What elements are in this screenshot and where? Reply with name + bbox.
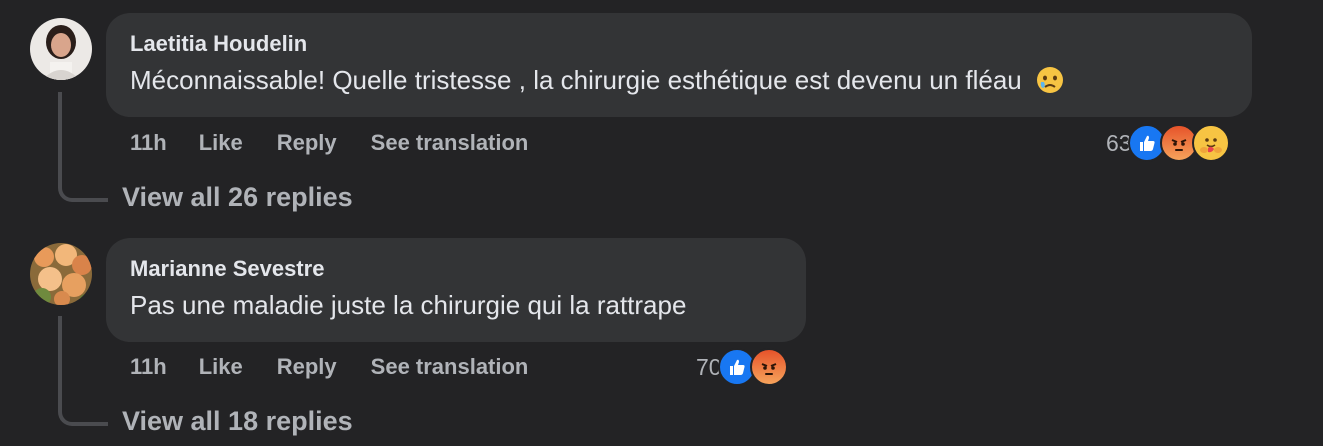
comment-timestamp[interactable]: 11h (130, 130, 167, 156)
comment-text: Méconnaissable! Quelle tristesse , la ch… (130, 65, 1065, 102)
comment-bubble: Laetitia Houdelin Méconnaissable! Quelle… (106, 13, 1252, 117)
like-button[interactable]: Like (199, 130, 243, 156)
angry-icon (749, 348, 788, 386)
comment-author[interactable]: Marianne Sevestre (130, 256, 324, 282)
reaction-summary[interactable]: 70 (696, 348, 788, 386)
comment-actions: 11h Like Reply See translation (130, 130, 562, 156)
see-translation-button[interactable]: See translation (371, 130, 529, 156)
care-icon (1191, 124, 1230, 162)
comment-author[interactable]: Laetitia Houdelin (130, 31, 307, 57)
comment-timestamp[interactable]: 11h (130, 354, 167, 380)
thread-line (58, 92, 108, 202)
comment-bubble: Marianne Sevestre Pas une maladie juste … (106, 238, 806, 342)
view-replies-link[interactable]: View all 18 replies (122, 406, 353, 437)
avatar[interactable] (30, 18, 92, 80)
avatar[interactable] (30, 243, 92, 305)
like-button[interactable]: Like (199, 354, 243, 380)
comment-text: Pas une maladie juste la chirurgie qui l… (130, 290, 687, 320)
see-translation-button[interactable]: See translation (371, 354, 529, 380)
view-replies-link[interactable]: View all 26 replies (122, 182, 353, 213)
reply-button[interactable]: Reply (277, 130, 337, 156)
reaction-summary[interactable]: 63 (1106, 124, 1230, 162)
sad-face-emoji-icon (1035, 65, 1065, 102)
comment-actions: 11h Like Reply See translation (130, 354, 562, 380)
reply-button[interactable]: Reply (277, 354, 337, 380)
comment-text-content: Méconnaissable! Quelle tristesse , la ch… (130, 65, 1022, 95)
thread-line (58, 316, 108, 426)
